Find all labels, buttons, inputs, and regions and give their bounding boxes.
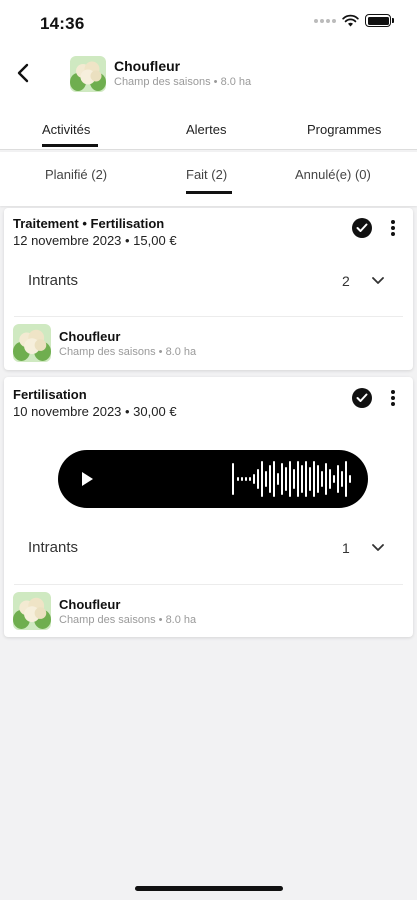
crop-title: Choufleur xyxy=(59,329,121,344)
crop-subtitle: Champ des saisons • 8.0 ha xyxy=(59,346,197,358)
crop-subtitle: Champ des saisons • 8.0 ha xyxy=(59,614,197,626)
waveform-icon[interactable] xyxy=(230,458,354,500)
battery-icon xyxy=(365,14,394,27)
crop-title: Choufleur xyxy=(59,597,121,612)
cauliflower-icon xyxy=(13,324,51,362)
tab-activites[interactable]: Activités xyxy=(42,122,90,137)
subtab-fait[interactable]: Fait (2) xyxy=(186,167,227,182)
activity-date-cost: 10 novembre 2023 • 30,00 € xyxy=(13,404,177,419)
tab-programmes[interactable]: Programmes xyxy=(307,122,381,137)
intrants-count: 1 xyxy=(342,540,350,556)
home-indicator[interactable] xyxy=(135,886,283,891)
page-title: Choufleur xyxy=(114,58,181,74)
activity-date-cost: 12 novembre 2023 • 15,00 € xyxy=(13,233,177,248)
back-button[interactable] xyxy=(10,60,36,86)
intrants-label[interactable]: Intrants xyxy=(28,272,78,289)
wifi-icon xyxy=(342,14,359,27)
divider xyxy=(14,584,403,585)
status-icons xyxy=(314,14,394,27)
play-icon[interactable] xyxy=(82,472,93,486)
status-bar: 14:36 xyxy=(0,0,417,48)
status-time: 14:36 xyxy=(40,14,85,33)
done-check-icon[interactable] xyxy=(352,218,372,238)
audio-player[interactable] xyxy=(58,450,368,508)
active-tab-indicator xyxy=(42,144,98,147)
status-tabs: Planifié (2) Fait (2) Annulé(e) (0) xyxy=(0,152,417,206)
chevron-down-icon[interactable] xyxy=(371,543,385,553)
done-check-icon[interactable] xyxy=(352,388,372,408)
activity-card[interactable]: Fertilisation 10 novembre 2023 • 30,00 € xyxy=(4,377,413,637)
page-subtitle: Champ des saisons • 8.0 ha xyxy=(114,76,252,88)
activity-card[interactable]: Traitement • Fertilisation 12 novembre 2… xyxy=(4,208,413,370)
tab-alertes[interactable]: Alertes xyxy=(186,122,226,137)
activity-title: Traitement • Fertilisation xyxy=(13,216,165,231)
chevron-left-icon xyxy=(17,63,29,83)
cauliflower-icon xyxy=(70,56,106,92)
activity-title: Fertilisation xyxy=(13,387,87,402)
chevron-down-icon[interactable] xyxy=(371,276,385,286)
cauliflower-icon xyxy=(13,592,51,630)
divider xyxy=(14,316,403,317)
subtab-planifie[interactable]: Planifié (2) xyxy=(45,167,107,182)
more-options-icon[interactable] xyxy=(387,218,399,238)
subtab-annule[interactable]: Annulé(e) (0) xyxy=(295,167,371,182)
app-header: Choufleur Champ des saisons • 8.0 ha xyxy=(0,48,417,108)
intrants-label[interactable]: Intrants xyxy=(28,539,78,556)
more-options-icon[interactable] xyxy=(387,388,399,408)
cellular-signal-icon xyxy=(314,18,336,23)
intrants-count: 2 xyxy=(342,273,350,289)
active-subtab-indicator xyxy=(186,191,232,194)
